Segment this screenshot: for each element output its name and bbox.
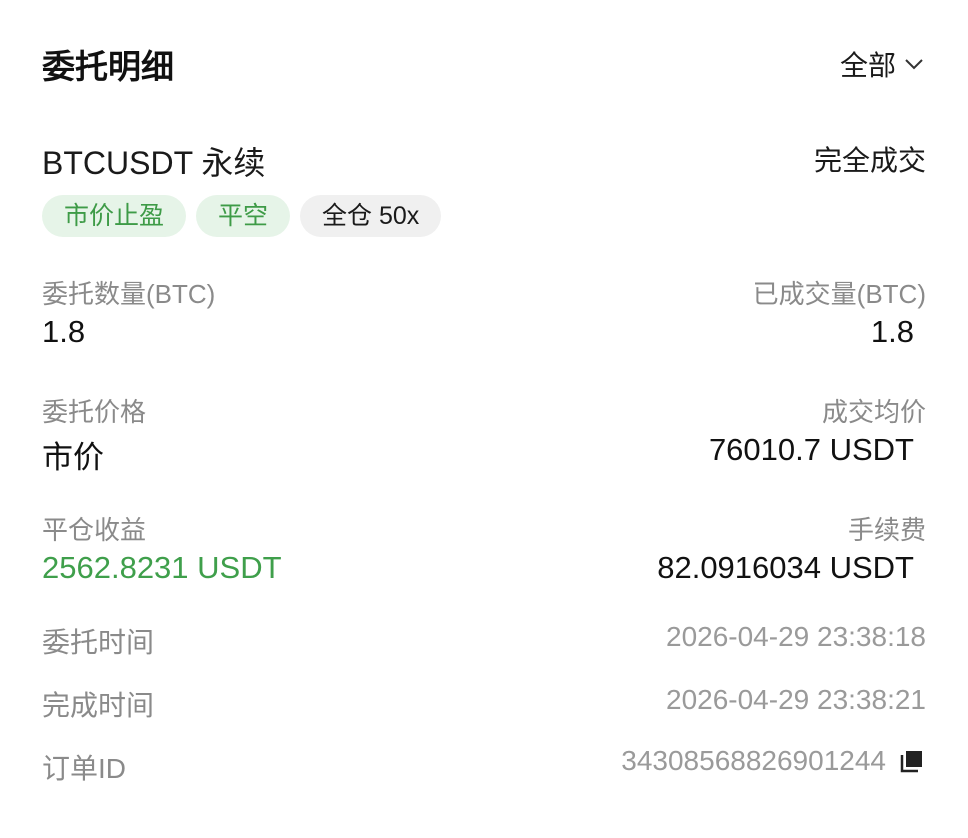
- avg-price-label: 成交均价: [821, 397, 926, 427]
- copy-icon[interactable]: [900, 749, 924, 773]
- order-qty-value: 1.8: [42, 314, 86, 349]
- order-tags: 市价止盈 平空 全仓 50x: [42, 195, 442, 237]
- tag-order-type: 市价止盈: [42, 195, 187, 237]
- filter-label: 全部: [839, 50, 896, 81]
- fee-value: 82.0916034 USDT: [657, 550, 914, 585]
- order-status: 完全成交: [813, 145, 926, 176]
- pnl-value: 2562.8231 USDT: [42, 550, 282, 585]
- order-price-label: 委托价格: [42, 397, 147, 427]
- order-price-value: 市价: [42, 440, 104, 475]
- order-qty-label: 委托数量(BTC): [42, 279, 216, 309]
- chevron-down-icon: [905, 59, 923, 70]
- order-time-value: 2026-04-29 23:38:18: [666, 621, 926, 652]
- complete-time-value: 2026-04-29 23:38:21: [666, 684, 926, 715]
- filter-dropdown[interactable]: 全部: [840, 44, 926, 84]
- filled-qty-value: 1.8: [870, 314, 914, 349]
- tag-margin-leverage: 全仓 50x: [300, 195, 442, 237]
- avg-price-value: 76010.7 USDT: [708, 432, 914, 467]
- order-id-value: 3430856882690124​4: [621, 745, 886, 776]
- filled-qty-label: 已成交量(BTC): [752, 279, 926, 309]
- order-time-label: 委托时间: [42, 627, 155, 658]
- order-id-label: 订单ID: [42, 753, 127, 784]
- order-detail-page: 委托明细 全部 BTCUSDT 永续 完全成交 市价止盈 平空 全仓 50x 委…: [0, 0, 968, 838]
- page-title: 委托明细: [42, 48, 174, 85]
- order-id-row: 3430856882690124​4: [621, 745, 924, 777]
- pnl-label: 平仓收益: [42, 515, 147, 545]
- complete-time-label: 完成时间: [42, 690, 155, 721]
- fee-label: 手续费: [847, 515, 926, 545]
- contract-symbol: BTCUSDT 永续: [42, 145, 266, 181]
- tag-side: 平空: [196, 195, 291, 237]
